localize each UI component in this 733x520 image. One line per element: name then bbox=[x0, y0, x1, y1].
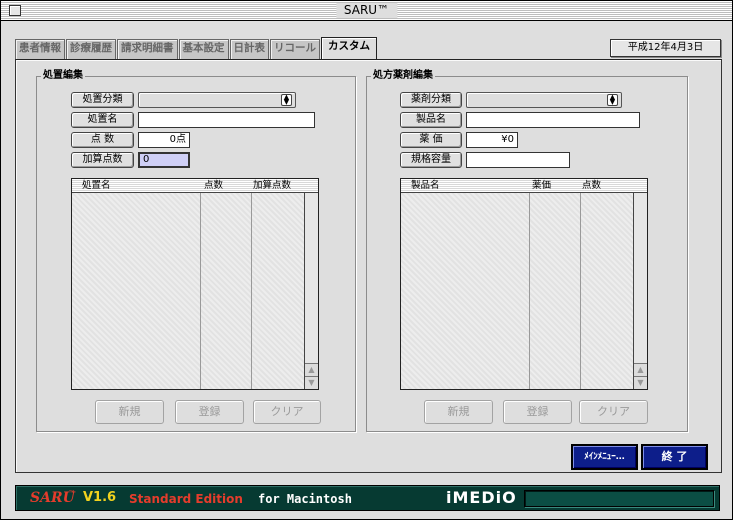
procedure-list-scrollbar[interactable]: ▲ ▼ bbox=[304, 193, 318, 389]
tab-basic-settings[interactable]: 基本設定 bbox=[178, 39, 229, 59]
tab-patient-info[interactable]: 患者情報 bbox=[15, 39, 65, 59]
procedure-extra-points-input[interactable]: 0 bbox=[138, 152, 190, 168]
tab-custom[interactable]: カスタム bbox=[321, 37, 377, 59]
popup-arrows-icon: ▲ ▼ bbox=[607, 94, 618, 106]
footer-banner: SARU ™ V1.6 Standard Edition for Macinto… bbox=[15, 485, 720, 511]
procedure-list-header: 処置名 点数 加算点数 bbox=[72, 179, 318, 193]
platform-label: for Macintosh bbox=[258, 492, 352, 506]
drug-category-select[interactable]: ▲ ▼ bbox=[466, 92, 622, 108]
prescription-edit-group: 処方薬剤編集 薬剤分類 ▲ ▼ 製品名 薬 価 ¥0 規格容量 製品名 薬価 点数 bbox=[366, 70, 688, 432]
drug-clear-button[interactable]: クリア bbox=[579, 400, 648, 424]
trademark-mark: ™ bbox=[68, 489, 76, 498]
popup-arrows-icon: ▲ ▼ bbox=[281, 94, 292, 106]
drug-list[interactable]: 製品名 薬価 点数 ▲ ▼ bbox=[400, 178, 648, 390]
app-window: SARU™ 患者情報 診療履歴 請求明細書 基本設定 日計表 リコール カスタム… bbox=[0, 0, 733, 520]
title-bar[interactable]: SARU™ bbox=[1, 1, 732, 21]
procedure-list[interactable]: 処置名 点数 加算点数 ▲ ▼ bbox=[71, 178, 319, 390]
status-well bbox=[524, 490, 714, 507]
procedure-category-label[interactable]: 処置分類 bbox=[71, 92, 134, 108]
tab-bar: 患者情報 診療履歴 請求明細書 基本設定 日計表 リコール カスタム bbox=[15, 37, 378, 59]
tab-treatment-history[interactable]: 診療履歴 bbox=[66, 39, 116, 59]
column-divider bbox=[251, 193, 252, 389]
scroll-down-icon[interactable]: ▼ bbox=[634, 376, 647, 389]
spec-capacity-label[interactable]: 規格容量 bbox=[400, 152, 462, 168]
custom-panel: 処置編集 処置分類 ▲ ▼ 処置名 点 数 0点 加算点数 0 処置名 点数 加算… bbox=[15, 59, 722, 473]
procedure-edit-group: 処置編集 処置分類 ▲ ▼ 処置名 点 数 0点 加算点数 0 処置名 点数 加算… bbox=[36, 70, 356, 432]
drug-price-label[interactable]: 薬 価 bbox=[400, 132, 462, 148]
procedure-extra-points-label[interactable]: 加算点数 bbox=[71, 152, 134, 168]
version-label: V1.6 bbox=[83, 490, 117, 505]
tab-recall[interactable]: リコール bbox=[270, 39, 320, 59]
procedure-points-label[interactable]: 点 数 bbox=[71, 132, 134, 148]
drug-col-name[interactable]: 製品名 bbox=[411, 179, 440, 192]
product-name-label[interactable]: 製品名 bbox=[400, 112, 462, 128]
procedure-category-select[interactable]: ▲ ▼ bbox=[138, 92, 296, 108]
procedure-points-input[interactable]: 0点 bbox=[138, 132, 190, 148]
procedure-clear-button[interactable]: クリア bbox=[253, 400, 321, 424]
scroll-up-icon[interactable]: ▲ bbox=[634, 363, 647, 376]
drug-col-points[interactable]: 点数 bbox=[582, 179, 601, 192]
procedure-col-extra[interactable]: 加算点数 bbox=[253, 179, 291, 192]
drug-list-body[interactable] bbox=[401, 193, 633, 389]
spec-capacity-input[interactable] bbox=[466, 152, 570, 168]
window-title: SARU™ bbox=[335, 3, 398, 18]
close-box[interactable] bbox=[9, 5, 21, 16]
edition-label: Standard Edition bbox=[129, 492, 243, 506]
procedure-col-points[interactable]: 点数 bbox=[204, 179, 223, 192]
procedure-col-name[interactable]: 処置名 bbox=[82, 179, 111, 192]
column-divider bbox=[200, 193, 201, 389]
drug-list-header: 製品名 薬価 点数 bbox=[401, 179, 647, 193]
brand-logo: iMEDiO bbox=[446, 488, 517, 507]
tab-billing-statement[interactable]: 請求明細書 bbox=[117, 39, 178, 59]
drug-price-input[interactable]: ¥0 bbox=[466, 132, 518, 148]
scroll-up-icon[interactable]: ▲ bbox=[305, 363, 318, 376]
product-name-input[interactable] bbox=[466, 112, 640, 128]
procedure-name-input[interactable] bbox=[138, 112, 315, 128]
drug-list-scrollbar[interactable]: ▲ ▼ bbox=[633, 193, 647, 389]
column-divider bbox=[529, 193, 530, 389]
tab-daily-report[interactable]: 日計表 bbox=[229, 39, 269, 59]
drug-register-button[interactable]: 登録 bbox=[503, 400, 572, 424]
procedure-new-button[interactable]: 新規 bbox=[95, 400, 164, 424]
main-menu-button[interactable]: ﾒｲﾝﾒﾆｭｰ… bbox=[571, 444, 638, 470]
procedure-name-label[interactable]: 処置名 bbox=[71, 112, 134, 128]
drug-category-label[interactable]: 薬剤分類 bbox=[400, 92, 462, 108]
scroll-down-icon[interactable]: ▼ bbox=[305, 376, 318, 389]
procedure-edit-title: 処置編集 bbox=[41, 70, 85, 82]
prescription-edit-title: 処方薬剤編集 bbox=[371, 70, 435, 82]
column-divider bbox=[580, 193, 581, 389]
date-display: 平成12年4月3日 bbox=[610, 39, 721, 57]
drug-col-price[interactable]: 薬価 bbox=[532, 179, 551, 192]
procedure-list-body[interactable] bbox=[72, 193, 304, 389]
drug-new-button[interactable]: 新規 bbox=[424, 400, 493, 424]
procedure-register-button[interactable]: 登録 bbox=[175, 400, 244, 424]
quit-button[interactable]: 終 了 bbox=[641, 444, 708, 470]
